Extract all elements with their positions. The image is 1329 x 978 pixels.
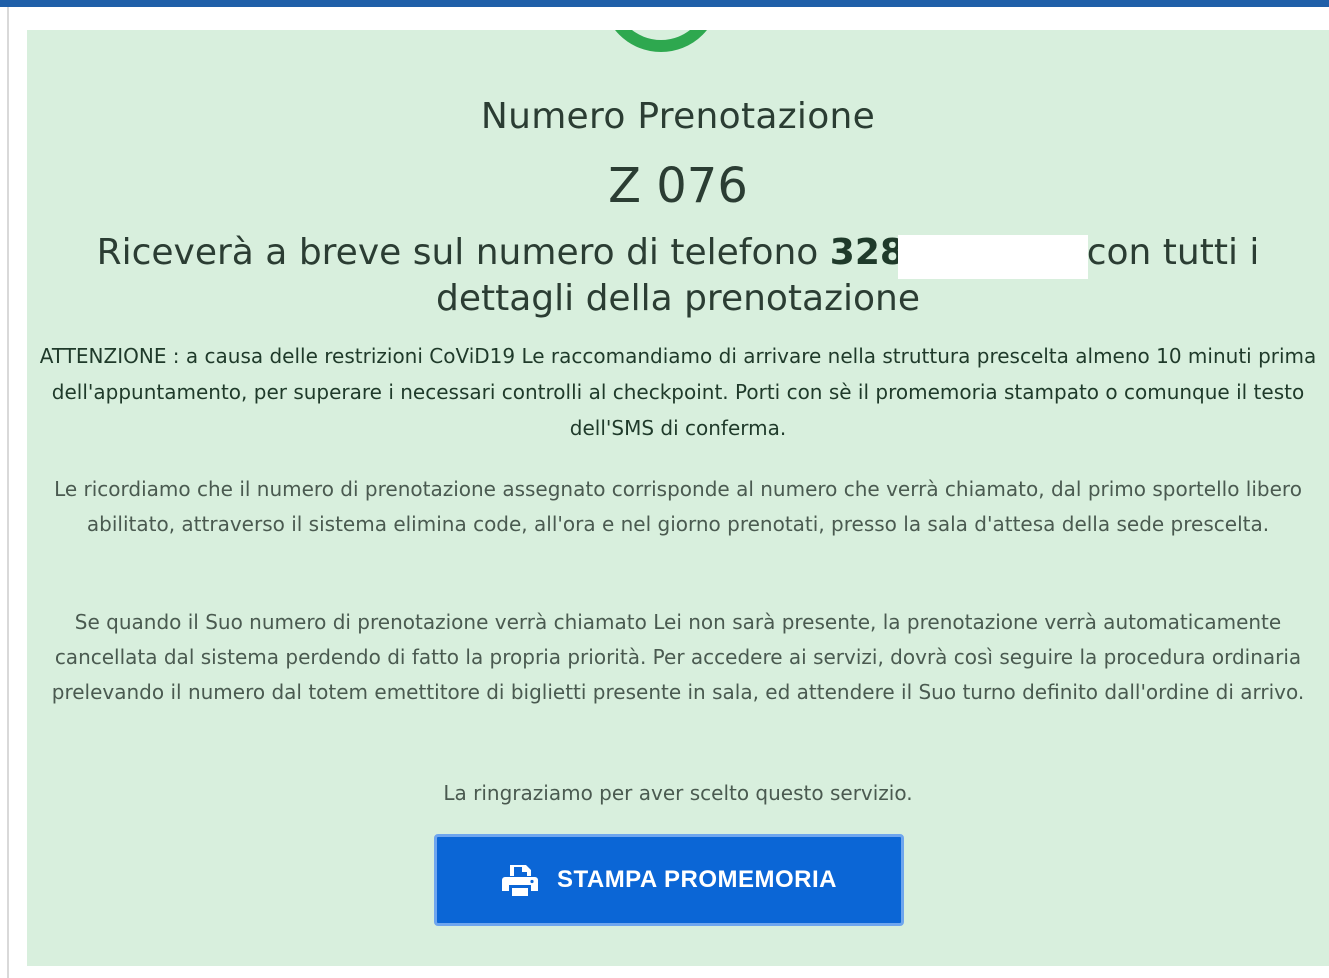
print-reminder-button[interactable]: STAMPA PROMEMORIA (434, 834, 904, 926)
thanks-message: La ringraziamo per aver scelto questo se… (443, 781, 913, 805)
check-circle-icon (602, 30, 720, 52)
confirmation-panel: Numero Prenotazione Z 076 Riceverà a bre… (27, 30, 1329, 966)
info-paragraph-absence: Se quando il Suo numero di prenotazione … (51, 610, 1305, 704)
left-divider (7, 7, 9, 978)
top-accent-bar (0, 0, 1329, 7)
print-button-label: STAMPA PROMEMORIA (556, 866, 838, 893)
info-paragraph-queue: Le ricordiamo che il numero di prenotazi… (54, 477, 1302, 536)
redacted-phone-block (898, 235, 1088, 279)
booking-number-heading: Numero Prenotazione (480, 96, 876, 137)
sms-notice-prefix: Riceverà a breve sul numero di telefono (96, 232, 830, 273)
booking-code: Z 076 (608, 158, 748, 214)
sms-notice: Riceverà a breve sul numero di telefono … (27, 230, 1329, 322)
covid-warning: ATTENZIONE : a causa delle restrizioni C… (39, 344, 1317, 440)
printer-icon (501, 865, 538, 896)
